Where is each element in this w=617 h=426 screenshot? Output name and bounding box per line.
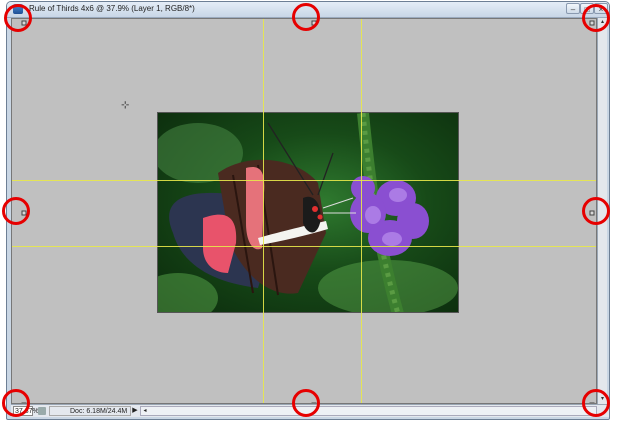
annotation-circle-bottom-left: [2, 389, 30, 417]
document-window: Rule of Thirds 4x6 @ 37.9% (Layer 1, RGB…: [6, 1, 610, 420]
annotation-circle-top-right: [582, 4, 610, 32]
document-size-info: Doc: 6.18M/24.4M: [49, 406, 131, 416]
annotation-circle-middle-left: [2, 197, 30, 225]
butterfly-illustration: [158, 113, 458, 312]
status-menu-arrow-icon[interactable]: ▶: [131, 406, 139, 416]
annotation-circle-middle-right: [582, 197, 610, 225]
horizontal-guide-bottom[interactable]: [12, 246, 596, 247]
minimize-button[interactable]: –: [566, 3, 580, 14]
scroll-left-icon[interactable]: ◂: [141, 407, 149, 415]
horizontal-guide-top[interactable]: [12, 180, 596, 181]
annotation-circle-top-left: [4, 4, 32, 32]
butterfly-photo[interactable]: [157, 112, 459, 313]
annotation-circle-bottom-center: [292, 389, 320, 417]
annotation-circle-top-center: [292, 3, 320, 31]
move-cursor-icon: ⊹: [121, 100, 130, 111]
horizontal-scrollbar[interactable]: ◂: [140, 406, 597, 416]
vertical-guide-right[interactable]: [361, 19, 362, 403]
annotation-circle-bottom-right: [582, 389, 610, 417]
vertical-guide-left[interactable]: [263, 19, 264, 403]
document-canvas[interactable]: ⊹: [11, 18, 597, 404]
document-status-icon: [38, 407, 46, 415]
document-title: Rule of Thirds 4x6 @ 37.9% (Layer 1, RGB…: [29, 4, 195, 13]
